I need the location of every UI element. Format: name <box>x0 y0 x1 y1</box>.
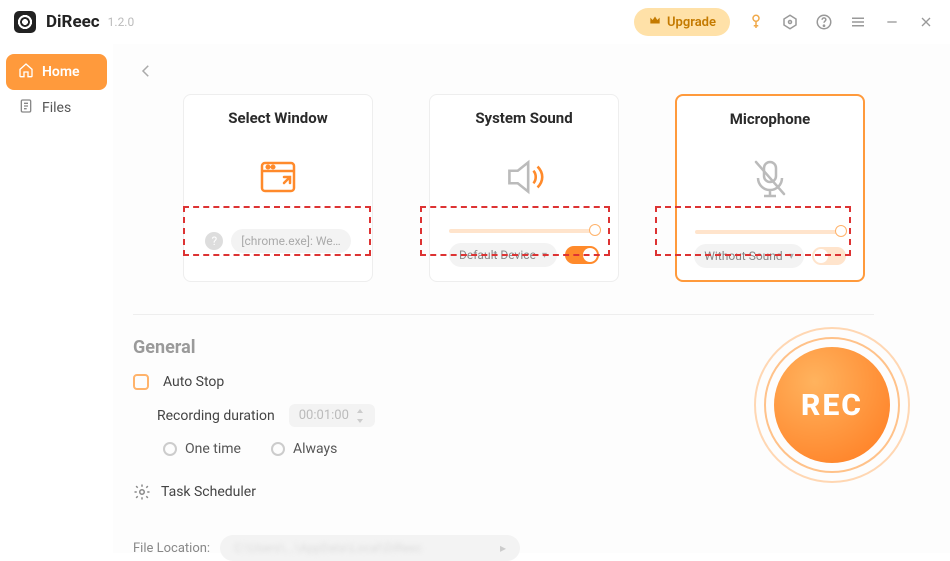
sidebar-item-home[interactable]: Home <box>6 54 107 90</box>
help-icon[interactable] <box>814 12 834 32</box>
home-icon <box>18 62 34 82</box>
upgrade-label: Upgrade <box>667 15 716 30</box>
close-button[interactable] <box>916 12 936 32</box>
annotation-box <box>655 206 851 256</box>
radio-always[interactable]: Always <box>271 441 337 457</box>
card-title: Select Window <box>228 109 327 127</box>
radio-label: One time <box>185 441 241 457</box>
menu-icon[interactable] <box>848 12 868 32</box>
auto-stop-label: Auto Stop <box>163 374 224 390</box>
annotation-box <box>183 206 371 256</box>
app-name: DiReec <box>46 12 100 32</box>
back-button[interactable] <box>133 58 159 84</box>
card-title: System Sound <box>475 109 572 127</box>
speaker-icon <box>499 145 549 209</box>
key-icon[interactable] <box>746 12 766 32</box>
record-button[interactable]: REC <box>754 327 910 483</box>
app-version: 1.2.0 <box>108 15 135 29</box>
gear-icon <box>133 483 151 501</box>
card-title: Microphone <box>730 110 810 128</box>
annotation-box <box>420 206 610 256</box>
task-scheduler-label: Task Scheduler <box>161 484 256 500</box>
record-label: REC <box>801 388 863 423</box>
sidebar: Home Files <box>0 44 113 553</box>
upgrade-button[interactable]: Upgrade <box>634 8 730 36</box>
settings-hex-icon[interactable] <box>780 12 800 32</box>
task-scheduler-link[interactable]: Task Scheduler <box>133 483 924 501</box>
window-icon <box>254 145 302 209</box>
sidebar-item-label: Files <box>42 100 71 116</box>
app-logo <box>14 11 36 33</box>
sidebar-item-label: Home <box>42 64 80 80</box>
recording-duration-input[interactable]: 00:01:00 <box>289 404 375 427</box>
recording-duration-label: Recording duration <box>157 408 275 424</box>
microphone-muted-icon <box>746 146 794 210</box>
file-location-field[interactable]: C:\Users\...\AppData\Local\DiReec ▸ <box>220 535 520 561</box>
duration-value: 00:01:00 <box>299 408 349 423</box>
minimize-button[interactable] <box>882 12 902 32</box>
crown-icon <box>648 13 662 31</box>
radio-one-time[interactable]: One time <box>163 441 241 457</box>
auto-stop-checkbox[interactable] <box>133 374 149 390</box>
file-location-label: File Location: <box>133 541 210 556</box>
sidebar-item-files[interactable]: Files <box>6 90 107 126</box>
radio-label: Always <box>293 441 337 457</box>
files-icon <box>18 98 34 118</box>
